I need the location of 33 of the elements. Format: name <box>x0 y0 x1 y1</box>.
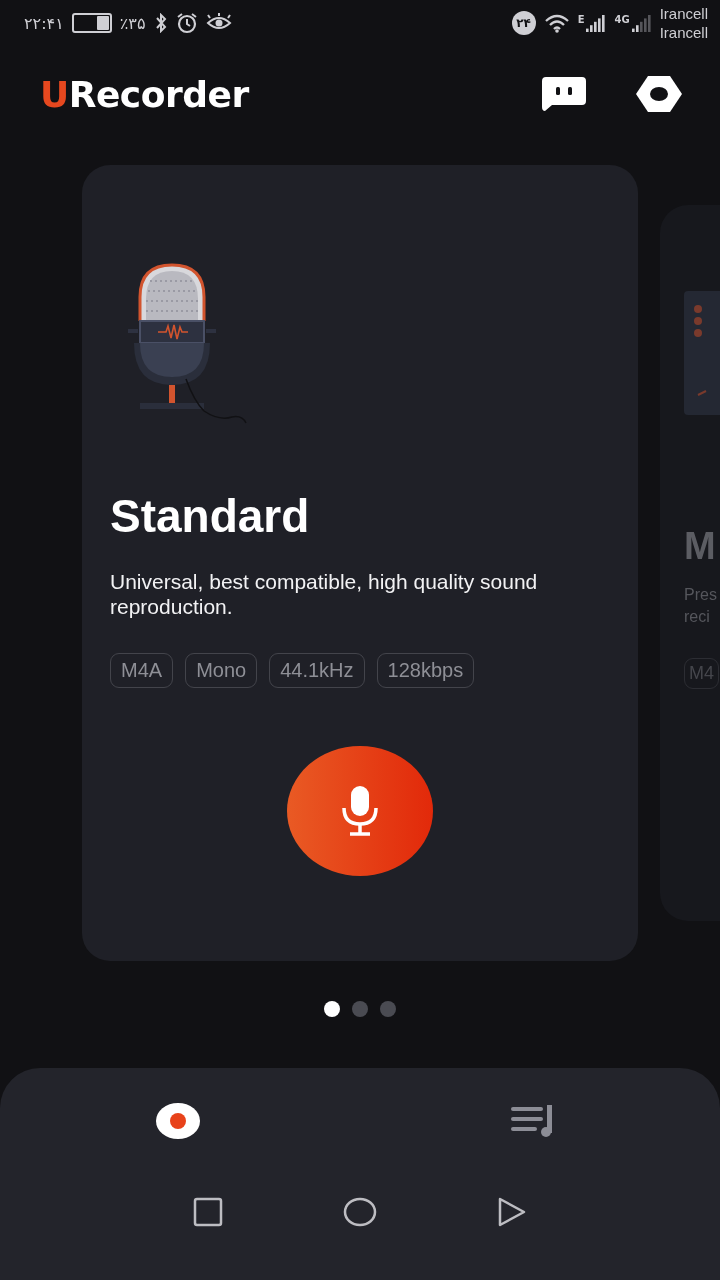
carrier-name: Irancell <box>659 23 708 42</box>
preset-description: Pres <box>684 585 718 605</box>
format-tag: 44.1kHz <box>269 653 365 688</box>
microphone-icon <box>340 786 380 836</box>
playlist-tab-icon[interactable] <box>511 1105 555 1137</box>
signal-icon <box>586 14 607 32</box>
chat-icon[interactable] <box>542 77 586 111</box>
app-logo: URecorder <box>40 73 249 115</box>
battery-icon <box>71 13 112 33</box>
format-tag: 128kbps <box>376 653 475 688</box>
preset-title: M <box>684 525 717 568</box>
battery-percent: ٪۳۵ <box>119 13 146 33</box>
format-tag: Mono <box>185 653 258 688</box>
recent-apps-icon[interactable] <box>193 1197 223 1227</box>
network-type: E <box>577 14 585 25</box>
preset-card[interactable]: Standard Universal, best compatible, high quality sound reproduction. M4A Mono 44.1kHz 128kbps <box>82 165 638 961</box>
carrier-name: Irancell <box>659 4 708 23</box>
back-icon[interactable] <box>497 1197 527 1227</box>
alarm-icon <box>175 12 198 34</box>
page-indicator[interactable] <box>324 1001 340 1017</box>
preset-description: Universal, best compatible, high quality sound reproduction. <box>110 569 539 619</box>
bluetooth-icon <box>153 13 168 33</box>
wifi-icon <box>543 13 570 33</box>
format-tag: M4A <box>110 653 174 688</box>
home-icon[interactable] <box>343 1197 377 1227</box>
preset-description: reci <box>684 607 711 627</box>
settings-icon[interactable] <box>636 76 682 112</box>
network-type: 4G <box>614 14 630 25</box>
record-tab-icon[interactable] <box>155 1102 201 1140</box>
clock: ۲۲:۴۱ <box>24 13 64 33</box>
signal-icon <box>631 14 652 32</box>
preset-title: Standard <box>110 489 311 543</box>
notification-badge: ۲۴ <box>511 11 536 35</box>
